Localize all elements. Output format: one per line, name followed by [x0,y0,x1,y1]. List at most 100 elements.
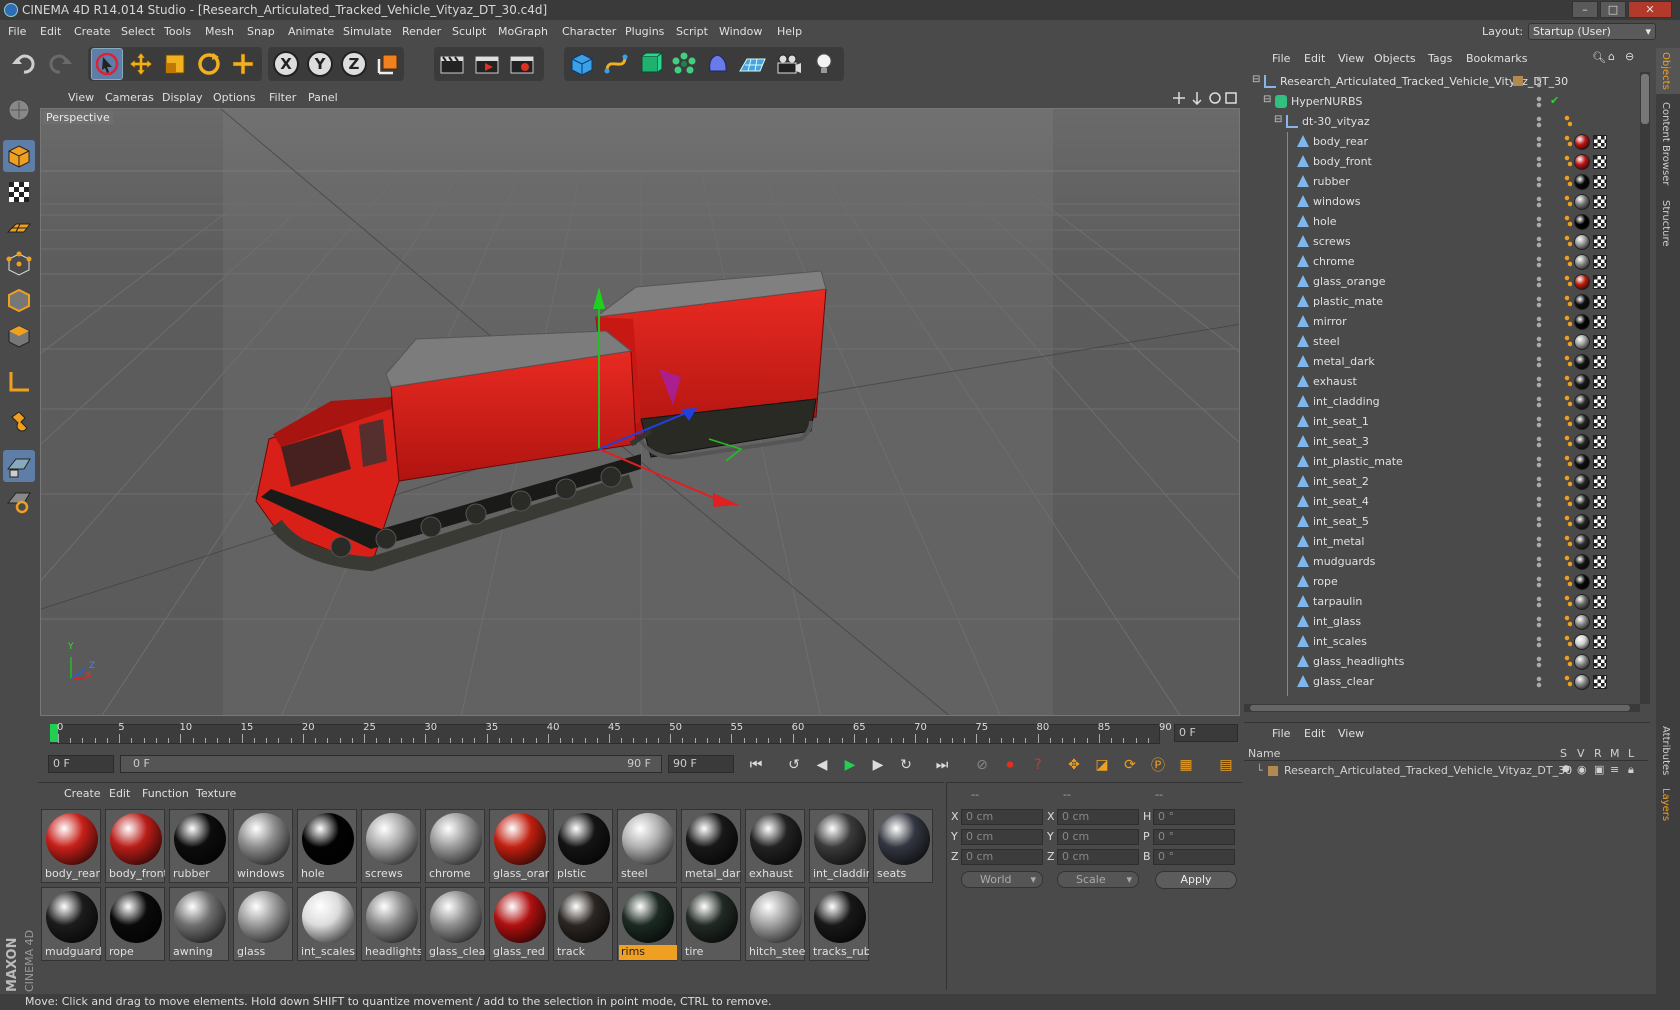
material-tag-icon[interactable] [1574,234,1590,250]
material-tag-icon[interactable] [1574,414,1590,430]
object-row[interactable]: screws [1244,232,1640,252]
material-tag-icon[interactable] [1574,574,1590,590]
visibility-dots-icon[interactable] [1536,156,1542,168]
keyframe-selection-button[interactable]: ? [1026,753,1050,777]
size-z-field[interactable]: 0 cm [1057,849,1139,865]
uvw-tag-icon[interactable] [1593,335,1607,349]
menu-mograph[interactable]: MoGraph [498,25,548,38]
visibility-dots-icon[interactable] [1536,256,1542,268]
visibility-dots-icon[interactable] [1536,576,1542,588]
tab-content-browser[interactable]: Content Browser [1660,102,1671,185]
edges-mode-button[interactable] [3,284,35,316]
phong-tag-icon[interactable] [1564,515,1572,527]
material-swatch[interactable]: chrome [425,809,485,883]
material-swatch[interactable]: tracks_rubl [809,887,869,961]
perspective-viewport[interactable]: Perspective Y X Z [40,108,1240,716]
material-tag-icon[interactable] [1574,474,1590,490]
timeline-window-button[interactable]: ▤ [1214,753,1238,777]
uvw-tag-icon[interactable] [1593,315,1607,329]
material-swatch[interactable]: rope [105,887,165,961]
material-tag-icon[interactable] [1574,274,1590,290]
visibility-dots-icon[interactable] [1536,436,1542,448]
visibility-dots-icon[interactable] [1536,316,1542,328]
object-row[interactable]: glass_headlights [1244,652,1640,672]
phong-tag-icon[interactable] [1564,595,1572,607]
material-swatch[interactable]: glass_oran [489,809,549,883]
visibility-dots-icon[interactable] [1536,616,1542,628]
material-swatch[interactable]: exhaust [745,809,805,883]
rot-b-field[interactable]: 0 ° [1153,849,1235,865]
visibility-dots-icon[interactable] [1536,496,1542,508]
object-row[interactable]: int_seat_4 [1244,492,1640,512]
object-row[interactable]: int_seat_5 [1244,512,1640,532]
expand-toggle-icon[interactable]: ⊟ [1252,74,1260,85]
uvw-tag-icon[interactable] [1593,295,1607,309]
polygons-mode-button[interactable] [3,320,35,352]
key-pla-button[interactable]: ▦ [1174,753,1198,777]
uvw-tag-icon[interactable] [1593,475,1607,489]
workplane-lock-button[interactable] [3,450,35,482]
visibility-dots-icon[interactable] [1536,336,1542,348]
material-tag-icon[interactable] [1574,634,1590,650]
prev-frame-button[interactable]: ◀ [810,753,834,777]
material-swatch[interactable]: glass [233,887,293,961]
uvw-tag-icon[interactable] [1593,615,1607,629]
layout-dropdown[interactable]: Startup (User) ▾ [1528,23,1656,40]
deformer-button[interactable] [702,48,734,80]
lm-menu-edit[interactable]: Edit [1304,727,1325,740]
autokey-button[interactable]: ⏺ [998,753,1022,777]
points-mode-button[interactable] [3,248,35,280]
visibility-dots-icon[interactable] [1536,596,1542,608]
model-mode-button[interactable] [3,140,35,172]
viewport-menu-panel[interactable]: Panel [308,91,338,104]
menu-script[interactable]: Script [676,25,708,38]
menu-create[interactable]: Create [74,25,111,38]
maximize-button[interactable]: □ [1600,1,1626,18]
material-tag-icon[interactable] [1574,134,1590,150]
material-menu-create[interactable]: Create [64,787,101,800]
phong-tag-icon[interactable] [1564,555,1572,567]
object-row[interactable]: rubber [1244,172,1640,192]
phong-tag-icon[interactable] [1564,395,1572,407]
enabled-check-icon[interactable]: ✔ [1550,94,1559,107]
render-view-button[interactable] [436,48,468,80]
object-row[interactable]: exhaust [1244,372,1640,392]
visibility-dots-icon[interactable] [1536,136,1542,148]
uvw-tag-icon[interactable] [1593,155,1607,169]
sync-workplane-button[interactable] [3,486,35,518]
prev-key-button[interactable]: ↺ [782,753,806,777]
size-x-field[interactable]: 0 cm [1057,809,1139,825]
floor-button[interactable] [736,48,768,80]
object-row[interactable]: ⊟ dt-30_vityaz [1244,112,1640,132]
object-row[interactable]: body_front [1244,152,1640,172]
material-swatch[interactable]: track [553,887,613,961]
nurbs-button[interactable] [634,48,666,80]
menu-tools[interactable]: Tools [164,25,191,38]
object-row[interactable]: ⊟ Research_Articulated_Tracked_Vehicle_Vi… [1244,72,1640,92]
collapse-icon[interactable]: ⊖ [1625,50,1634,63]
material-tag-icon[interactable] [1574,214,1590,230]
tab-attributes[interactable]: Attributes [1660,726,1671,775]
render-picture-viewer-button[interactable] [471,48,503,80]
uvw-tag-icon[interactable] [1593,275,1607,289]
phong-tag-icon[interactable] [1564,635,1572,647]
coordinate-system-button[interactable] [372,48,404,80]
om-menu-file[interactable]: File [1272,52,1290,65]
om-hscroll-thumb[interactable] [1250,705,1630,711]
uvw-tag-icon[interactable] [1593,255,1607,269]
live-selection-button[interactable] [91,48,123,80]
key-scale-button[interactable]: ◪ [1090,753,1114,777]
viewport-menu-view[interactable]: View [68,91,94,104]
viewport-menu-display[interactable]: Display [162,91,203,104]
material-swatch[interactable]: rims [617,887,677,961]
material-swatch[interactable]: tire [681,887,741,961]
material-swatch[interactable]: headlights [361,887,421,961]
spline-button[interactable] [600,48,632,80]
visibility-dots-icon[interactable] [1536,236,1542,248]
visibility-dots-icon[interactable] [1536,676,1542,688]
phong-tag-icon[interactable] [1564,295,1572,307]
menu-select[interactable]: Select [121,25,155,38]
menu-animate[interactable]: Animate [288,25,334,38]
material-tag-icon[interactable] [1574,594,1590,610]
uvw-tag-icon[interactable] [1593,655,1607,669]
